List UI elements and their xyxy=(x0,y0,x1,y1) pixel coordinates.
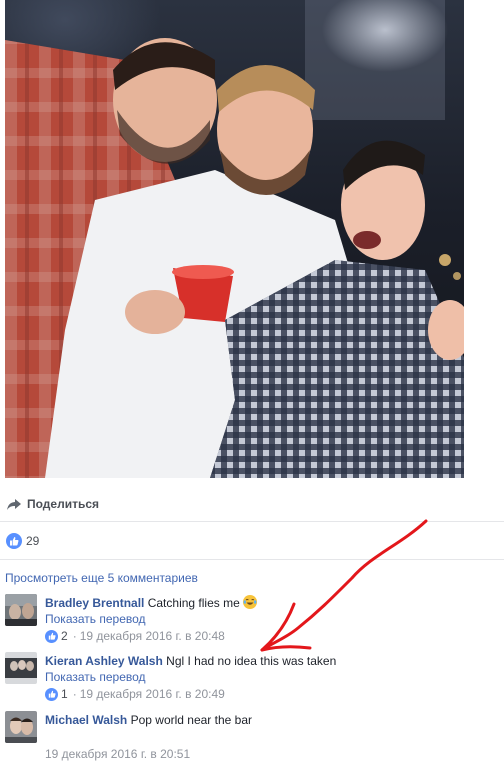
show-translation-link[interactable]: Показать перевод xyxy=(45,611,500,627)
share-row: Поделиться xyxy=(0,486,504,522)
comment-text: Catching flies me xyxy=(147,596,240,610)
comment-timestamp[interactable]: 19 декабря 2016 г. в 20:51 xyxy=(45,746,190,762)
thumbs-up-icon xyxy=(45,687,58,701)
share-button[interactable]: Поделиться xyxy=(27,497,99,511)
laughing-tears-emoji-icon xyxy=(243,595,258,609)
comment-like-count[interactable]: 1 xyxy=(61,686,68,702)
avatar[interactable] xyxy=(5,652,37,684)
avatar[interactable] xyxy=(5,594,37,626)
view-more-comments-link[interactable]: Просмотреть еще 5 комментариев xyxy=(5,571,198,585)
comment-author-link[interactable]: Kieran Ashley Walsh xyxy=(45,654,163,668)
like-count: 29 xyxy=(26,533,40,548)
separator-dot: · xyxy=(72,687,77,701)
comment-meta: 2 · 19 декабря 2016 г. в 20:48 xyxy=(45,628,500,644)
likes-summary[interactable]: 29 xyxy=(0,522,504,560)
separator-dot: · xyxy=(72,629,77,643)
photo-illustration xyxy=(5,0,464,478)
comment-meta: 19 декабря 2016 г. в 20:51 xyxy=(45,746,500,762)
comment-meta: 1 · 19 декабря 2016 г. в 20:49 xyxy=(45,686,500,702)
comment-author-link[interactable]: Bradley Brentnall xyxy=(45,596,144,610)
thumbs-up-icon xyxy=(6,532,22,549)
comment-timestamp[interactable]: 19 декабря 2016 г. в 20:48 xyxy=(80,628,225,644)
comment-text: Pop world near the bar xyxy=(130,713,252,727)
comment-like-count[interactable]: 2 xyxy=(61,628,68,644)
show-translation-link[interactable]: Показать перевод xyxy=(45,669,500,685)
comment-timestamp[interactable]: 19 декабря 2016 г. в 20:49 xyxy=(80,686,225,702)
comment-author-link[interactable]: Michael Walsh xyxy=(45,713,127,727)
thumbs-up-icon xyxy=(45,629,58,643)
share-arrow-icon[interactable] xyxy=(6,496,22,512)
post-photo[interactable] xyxy=(5,0,464,478)
avatar[interactable] xyxy=(5,711,37,743)
comment-text: Ngl I had no idea this was taken xyxy=(166,654,337,668)
